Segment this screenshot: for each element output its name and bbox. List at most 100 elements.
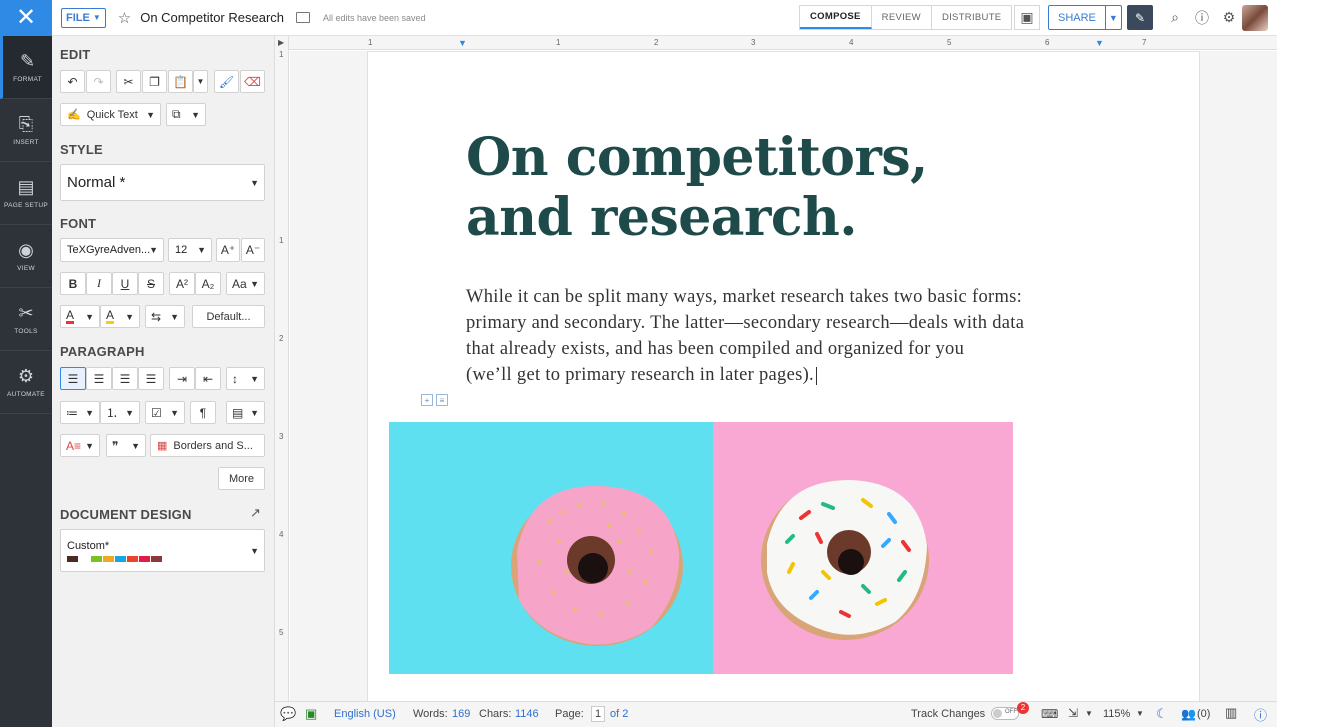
- language-selector[interactable]: English (US): [334, 708, 396, 720]
- close-icon[interactable]: ✕: [0, 0, 52, 36]
- style-select[interactable]: Normal * ▼: [60, 164, 265, 201]
- document-title[interactable]: On Competitor Research: [140, 10, 284, 25]
- default-label: Default...: [206, 310, 251, 323]
- cut-icon[interactable]: ✂: [116, 70, 141, 93]
- redo-icon[interactable]: ↷: [86, 70, 111, 93]
- borders-shading-button[interactable]: ▦ Borders and S...: [150, 434, 265, 457]
- chevron-down-icon[interactable]: ▼: [1136, 709, 1144, 718]
- checklist-button[interactable]: ☑ ▼: [145, 401, 185, 424]
- indent-icon[interactable]: ⇥: [169, 367, 195, 390]
- underline-button[interactable]: U: [112, 272, 138, 295]
- left-indent-marker[interactable]: ▼: [458, 38, 467, 48]
- add-element-icon[interactable]: +: [421, 394, 433, 406]
- right-indent-marker[interactable]: ▼: [1095, 38, 1104, 48]
- outdent-icon[interactable]: ⇤: [195, 367, 221, 390]
- document-heading[interactable]: On competitors, and research.: [466, 128, 928, 248]
- collapse-panel-icon[interactable]: ▶: [278, 38, 284, 47]
- body-paragraph[interactable]: While it can be split many ways, market …: [466, 284, 1086, 388]
- rail-item-tools[interactable]: ✂ TOOLS: [0, 288, 52, 351]
- external-link-icon[interactable]: ↗: [250, 505, 261, 521]
- share-button[interactable]: SHARE ▼: [1048, 5, 1122, 30]
- avatar[interactable]: [1242, 5, 1268, 31]
- font-family-select[interactable]: TeXGyreAdven... ▼: [60, 238, 164, 262]
- page-number-input[interactable]: 1: [591, 706, 606, 722]
- zia-icon[interactable]: ✎: [1127, 5, 1153, 30]
- quote-button[interactable]: ❞ ▼: [106, 434, 146, 457]
- help-icon[interactable]: ⓘ: [1254, 705, 1267, 724]
- ruler-number: 3: [751, 38, 756, 47]
- rail-item-view[interactable]: ◉ VIEW: [0, 225, 52, 288]
- track-changes-toggle[interactable]: OFF: [991, 707, 1019, 720]
- star-icon[interactable]: ☆: [118, 9, 131, 27]
- bold-button[interactable]: B: [60, 272, 86, 295]
- reading-mode-icon[interactable]: ▥: [1225, 705, 1237, 721]
- file-menu-button[interactable]: FILE ▼: [61, 7, 106, 28]
- highlight-color-button[interactable]: A ▼: [100, 305, 140, 328]
- rail-label: TOOLS: [14, 328, 38, 335]
- line-spacing-button[interactable]: ↕ ▼: [226, 367, 265, 390]
- align-center-icon[interactable]: ☰: [86, 367, 112, 390]
- save-status: All edits have been saved: [323, 12, 426, 23]
- rail-item-format[interactable]: ✎ FORMAT: [0, 36, 52, 99]
- night-mode-icon[interactable]: ☾: [1156, 706, 1168, 722]
- format-painter-icon[interactable]: 🖌: [214, 70, 239, 93]
- strikethrough-button[interactable]: S: [138, 272, 164, 295]
- chevron-down-icon[interactable]: ▼: [1104, 6, 1121, 29]
- horizontal-ruler[interactable]: 1 1 2 3 4 5 6 7 ▼ ▼: [289, 36, 1277, 50]
- comment-icon[interactable]: 💬: [280, 706, 296, 722]
- default-font-button[interactable]: Default...: [192, 305, 265, 328]
- subscript-button[interactable]: A₂: [195, 272, 221, 295]
- tab-review[interactable]: REVIEW: [872, 6, 932, 29]
- folder-icon[interactable]: [296, 12, 310, 23]
- info-icon[interactable]: ⓘ: [1192, 5, 1212, 30]
- clear-format-icon[interactable]: ⌫: [240, 70, 265, 93]
- search-icon[interactable]: ⌕: [1165, 5, 1185, 30]
- zoom-level[interactable]: 115%: [1103, 708, 1130, 720]
- image-options-icon[interactable]: ≡: [436, 394, 448, 406]
- checklist-icon[interactable]: ▣: [305, 706, 317, 722]
- chevron-down-icon[interactable]: ▼: [193, 70, 208, 93]
- document-design-select[interactable]: Custom* ▼: [60, 529, 265, 572]
- text-color-button[interactable]: A ▼: [60, 305, 100, 328]
- collaborators-icon[interactable]: 👥: [1181, 707, 1196, 721]
- rail-item-page-setup[interactable]: ▤ PAGE SETUP: [0, 162, 52, 225]
- ruler-number: 4: [849, 38, 854, 47]
- character-spacing-button[interactable]: ⇆ ▼: [145, 305, 185, 328]
- words-label: Words:: [413, 708, 448, 720]
- fit-page-icon[interactable]: ⇲: [1068, 706, 1078, 720]
- paragraph-options-button[interactable]: ▤ ▼: [226, 401, 265, 424]
- paste-icon[interactable]: 📋: [168, 70, 193, 93]
- change-case-button[interactable]: Aa ▼: [226, 272, 265, 295]
- text-effect-button[interactable]: A≡ ▼: [60, 434, 100, 457]
- keyboard-icon[interactable]: ⌨: [1041, 707, 1058, 721]
- font-size-select[interactable]: 12 ▼: [168, 238, 212, 262]
- document-canvas[interactable]: On competitors, and research. While it c…: [290, 51, 1277, 711]
- rail-item-insert[interactable]: ⎘ INSERT: [0, 99, 52, 162]
- pilcrow-icon[interactable]: ¶: [190, 401, 216, 424]
- donut-photo[interactable]: [389, 422, 1013, 674]
- align-left-icon[interactable]: ☰: [60, 367, 86, 390]
- quick-text-icon: ✍: [67, 109, 81, 121]
- gear-icon[interactable]: ⚙: [1219, 5, 1239, 30]
- more-button[interactable]: More: [218, 467, 265, 490]
- increase-font-icon[interactable]: A⁺: [216, 238, 240, 262]
- find-replace-button[interactable]: ⧉ ▼: [166, 103, 206, 126]
- quick-text-button[interactable]: ✍ Quick Text ▼: [60, 103, 161, 126]
- line-spacing-icon: ↕: [232, 371, 238, 386]
- tab-compose[interactable]: COMPOSE: [800, 6, 872, 29]
- undo-icon[interactable]: ↶: [60, 70, 85, 93]
- numbered-list-button[interactable]: ⒈ ▼: [100, 401, 140, 424]
- rail-item-automate[interactable]: ⚙ AUTOMATE: [0, 351, 52, 414]
- ruler-number: 5: [279, 628, 284, 637]
- superscript-button[interactable]: A²: [169, 272, 195, 295]
- chevron-down-icon[interactable]: ▼: [1085, 709, 1093, 718]
- tab-distribute[interactable]: DISTRIBUTE: [932, 6, 1011, 29]
- align-right-icon[interactable]: ☰: [112, 367, 138, 390]
- italic-button[interactable]: I: [86, 272, 112, 295]
- decrease-font-icon[interactable]: A⁻: [241, 238, 265, 262]
- present-icon[interactable]: ▣: [1014, 5, 1040, 30]
- bullet-list-button[interactable]: ≔ ▼: [60, 401, 100, 424]
- copy-icon[interactable]: ❐: [142, 70, 167, 93]
- justify-icon[interactable]: ☰: [138, 367, 164, 390]
- chevron-down-icon: ▼: [250, 373, 259, 384]
